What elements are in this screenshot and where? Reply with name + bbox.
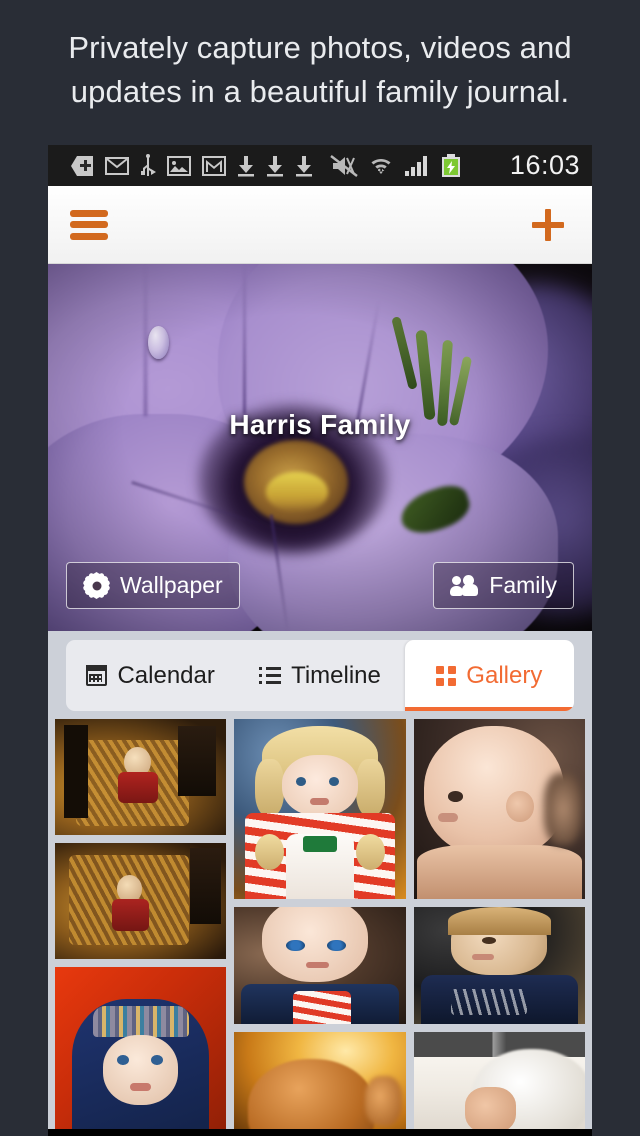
- family-name-title: Harris Family: [229, 409, 411, 440]
- gear-icon: [83, 572, 110, 599]
- gallery-tile[interactable]: [234, 907, 406, 1024]
- usb-icon: [140, 153, 156, 178]
- wifi-icon: [369, 154, 393, 178]
- family-hero-banner[interactable]: Harris Family Wallpaper Family: [48, 264, 592, 631]
- signal-bars-icon: [404, 155, 430, 177]
- gallery-tile[interactable]: [234, 719, 406, 899]
- gallery-column: [55, 719, 227, 1129]
- family-button-label: Family: [489, 572, 557, 598]
- photo-gallery-grid: [48, 711, 592, 1129]
- download-arrow-icon: [295, 155, 313, 177]
- tab-bar-container: Calendar Timeline Gallery: [48, 631, 592, 711]
- gallery-tile[interactable]: [55, 967, 227, 1129]
- headline-line-2: updates in a beautiful family journal.: [70, 74, 570, 109]
- hamburger-menu-icon[interactable]: [70, 209, 108, 240]
- gallery-tile[interactable]: [413, 1032, 585, 1129]
- gallery-tile[interactable]: [55, 843, 227, 959]
- gallery-tile[interactable]: [55, 719, 227, 835]
- marketing-headline: Privately capture photos, videos and upd…: [0, 26, 640, 114]
- phone-screenshot: 16:03 Harris Family Wallpaper Family Cal…: [48, 145, 592, 1136]
- android-status-bar: 16:03: [48, 145, 592, 186]
- gallery-tile[interactable]: [234, 1032, 406, 1129]
- tab-bar: Calendar Timeline Gallery: [66, 640, 574, 711]
- wallpaper-button[interactable]: Wallpaper: [66, 562, 240, 609]
- app-plus-badge-icon: [70, 155, 94, 177]
- gmail-icon: [202, 155, 226, 176]
- tab-gallery[interactable]: Gallery: [404, 640, 574, 711]
- gallery-tile[interactable]: [413, 907, 585, 1024]
- gallery-tile[interactable]: [413, 719, 585, 899]
- family-button[interactable]: Family: [433, 562, 574, 609]
- tab-gallery-label: Gallery: [466, 661, 543, 689]
- tab-calendar[interactable]: Calendar: [66, 640, 235, 711]
- tab-timeline-label: Timeline: [291, 661, 381, 689]
- calendar-icon: [86, 665, 108, 686]
- status-bar-clock: 16:03: [509, 150, 580, 180]
- gallery-column: [234, 719, 406, 1129]
- grid-icon: [436, 665, 457, 686]
- list-icon: [259, 667, 282, 684]
- image-icon: [167, 155, 191, 176]
- battery-charging-icon: [441, 153, 461, 178]
- envelope-icon: [105, 156, 129, 175]
- app-toolbar: [48, 186, 592, 264]
- tab-calendar-label: Calendar: [117, 661, 215, 689]
- tab-timeline[interactable]: Timeline: [235, 640, 404, 711]
- wallpaper-button-label: Wallpaper: [120, 572, 223, 598]
- headline-line-1: Privately capture photos, videos and: [68, 30, 572, 65]
- people-icon: [450, 574, 479, 597]
- download-arrow-icon: [237, 155, 255, 177]
- download-arrow-icon: [266, 155, 284, 177]
- status-icon-group: [70, 153, 502, 178]
- mute-icon: [330, 154, 358, 177]
- add-plus-icon[interactable]: [526, 203, 570, 247]
- gallery-column: [413, 719, 585, 1129]
- screenshot-root: Privately capture photos, videos and upd…: [0, 0, 640, 1136]
